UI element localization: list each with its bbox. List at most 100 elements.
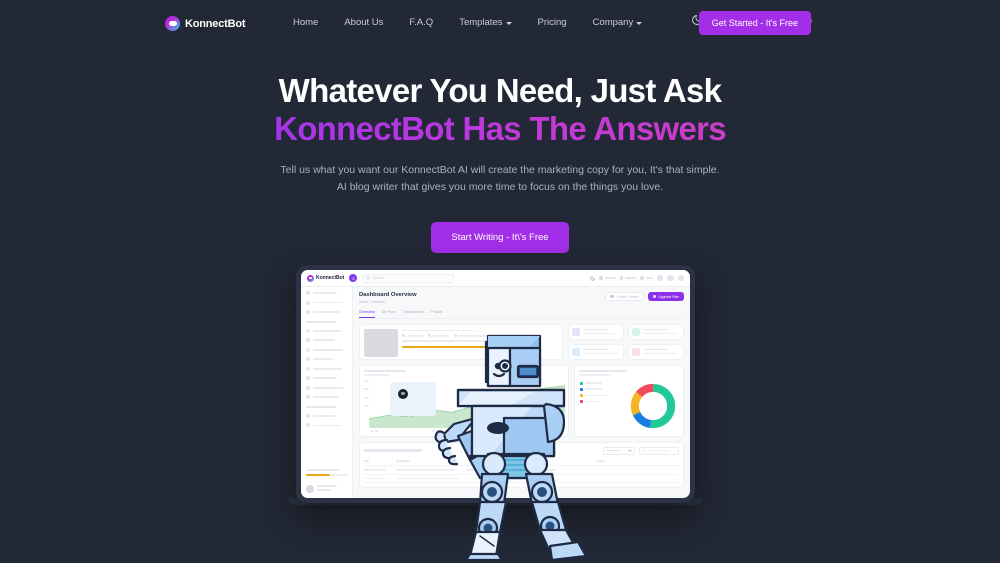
topbar-stat-3: [640, 276, 653, 280]
nav-item-pricing[interactable]: Pricing: [538, 17, 567, 28]
y-axis-ticks: 400 300 200 100: [364, 380, 368, 414]
sidebar-item[interactable]: [306, 300, 348, 305]
dashboard-topbar-actions: [590, 274, 684, 282]
site-header: KonnectBot Home About Us F.A.Q Templates…: [0, 0, 1000, 48]
menu-icon: [306, 413, 310, 418]
sidebar-item[interactable]: [306, 310, 348, 314]
dashboard-logo[interactable]: KonnectBot: [307, 274, 345, 282]
stat-card[interactable]: [628, 343, 684, 360]
cell: [364, 477, 386, 480]
topbar-icon-button-1[interactable]: [656, 274, 663, 282]
konnectbot-logo-icon: [165, 16, 180, 31]
chart-title: [364, 369, 406, 372]
menu-icon: [306, 328, 310, 333]
dashboard-search-input[interactable]: Search...: [362, 273, 455, 283]
sidebar-item-label: [313, 329, 341, 332]
nav-label: Company: [592, 17, 634, 28]
tab-profile[interactable]: Profile: [431, 310, 442, 318]
dashboard-actions: Create Content Upgrade Plan: [605, 292, 684, 301]
nav-label: F.A.Q: [409, 17, 434, 28]
avatar[interactable]: [677, 274, 684, 282]
sidebar-item[interactable]: [306, 291, 348, 295]
chevron-down-icon: [628, 449, 632, 452]
sidebar-item-label: [313, 424, 341, 427]
y-tick: 300: [364, 388, 369, 391]
sidebar-item-label: [313, 292, 337, 294]
sidebar-item[interactable]: [306, 338, 348, 343]
sidebar-item-label: [313, 348, 343, 351]
tab-transactions[interactable]: Transactions: [403, 310, 425, 318]
search-placeholder: [647, 449, 669, 452]
nav-item-home[interactable]: Home: [293, 17, 318, 28]
nav-item-company[interactable]: Company: [593, 17, 643, 28]
placeholder-line: [625, 277, 636, 279]
placeholder-line: [645, 277, 653, 279]
konnectbot-logo-icon: [307, 274, 314, 282]
robot-svg: [434, 334, 588, 560]
sidebar-item[interactable]: [306, 347, 348, 352]
donut-chart: [630, 383, 676, 428]
sidebar-item[interactable]: [306, 423, 348, 428]
main-navigation: Home About Us F.A.Q Templates Pricing Co…: [293, 17, 643, 28]
table-search-input[interactable]: [639, 446, 679, 455]
dashboard-sidebar: [301, 287, 353, 498]
sidebar-item-label: [313, 396, 339, 399]
sidebar-item[interactable]: [306, 395, 348, 400]
sidebar-item[interactable]: [306, 357, 348, 362]
robot-mascot-illustration: [414, 332, 604, 560]
sidebar-user[interactable]: [306, 485, 337, 493]
get-started-button[interactable]: Get Started - It's Free: [698, 11, 811, 35]
sidebar-item-label: [313, 311, 340, 313]
sidebar-section-header: [306, 321, 336, 323]
search-placeholder: Search...: [372, 276, 387, 280]
sidebar-item-label: [313, 386, 344, 389]
button-label: Create Content: [615, 294, 639, 299]
sidebar-item-label: [313, 367, 342, 370]
nav-label: Templates: [459, 17, 503, 28]
start-writing-button[interactable]: Start Writing - It\'s Free: [431, 222, 569, 253]
topbar-icon-button-2[interactable]: [667, 274, 674, 282]
brand-logo[interactable]: KonnectBot: [165, 16, 246, 31]
dashboard-topbar: KonnectBot 3 Search...: [301, 270, 690, 287]
sidebar-item-label: [313, 377, 337, 380]
y-tick: 100: [364, 405, 369, 408]
nav-label: Pricing: [537, 17, 567, 28]
stat-content: [643, 348, 680, 355]
x-tick: Jan 08: [370, 429, 378, 433]
sidebar-item[interactable]: [306, 328, 348, 333]
menu-icon: [306, 338, 310, 343]
stat-content: [643, 328, 680, 335]
hero-section: Whatever You Need, Just Ask KonnectBot H…: [0, 72, 1000, 253]
notification-badge[interactable]: 3: [349, 274, 358, 282]
moon-icon[interactable]: [590, 275, 595, 281]
avatar: [306, 485, 314, 493]
nav-item-faq[interactable]: F.A.Q: [409, 17, 433, 28]
menu-icon: [306, 291, 310, 295]
dot-icon: [619, 276, 623, 280]
table-filter-select[interactable]: [603, 446, 635, 455]
nav-item-templates[interactable]: Templates: [459, 17, 512, 28]
sidebar-item[interactable]: [306, 366, 348, 371]
chart-marker-icon: [398, 388, 408, 399]
progress-fill: [306, 474, 330, 476]
search-icon: [366, 276, 371, 280]
topbar-stat-1: [599, 276, 616, 280]
breadcrumb: Home / Overview: [359, 300, 386, 304]
sidebar-item[interactable]: [306, 385, 348, 390]
select-value: [606, 449, 622, 452]
stat-card[interactable]: [628, 323, 684, 340]
headline-line-1: Whatever You Need, Just Ask: [278, 72, 722, 109]
upgrade-plan-button[interactable]: Upgrade Plan: [647, 292, 684, 301]
tab-overview[interactable]: Overview: [359, 310, 375, 318]
create-content-button[interactable]: Create Content: [605, 292, 644, 301]
dashboard-logo-text: KonnectBot: [316, 275, 345, 281]
sidebar-item[interactable]: [306, 376, 348, 381]
tab-my-plan[interactable]: My Plan: [382, 310, 396, 318]
bolt-icon: [652, 294, 657, 299]
dashboard-page-title: Dashboard Overview: [359, 292, 417, 298]
sidebar-item[interactable]: [306, 413, 348, 418]
hero-subtitle: Tell us what you want our KonnectBot AI …: [280, 164, 720, 193]
column-header: Title: [364, 458, 370, 463]
sidebar-item-label: [313, 358, 333, 361]
nav-item-about-us[interactable]: About Us: [344, 17, 383, 28]
